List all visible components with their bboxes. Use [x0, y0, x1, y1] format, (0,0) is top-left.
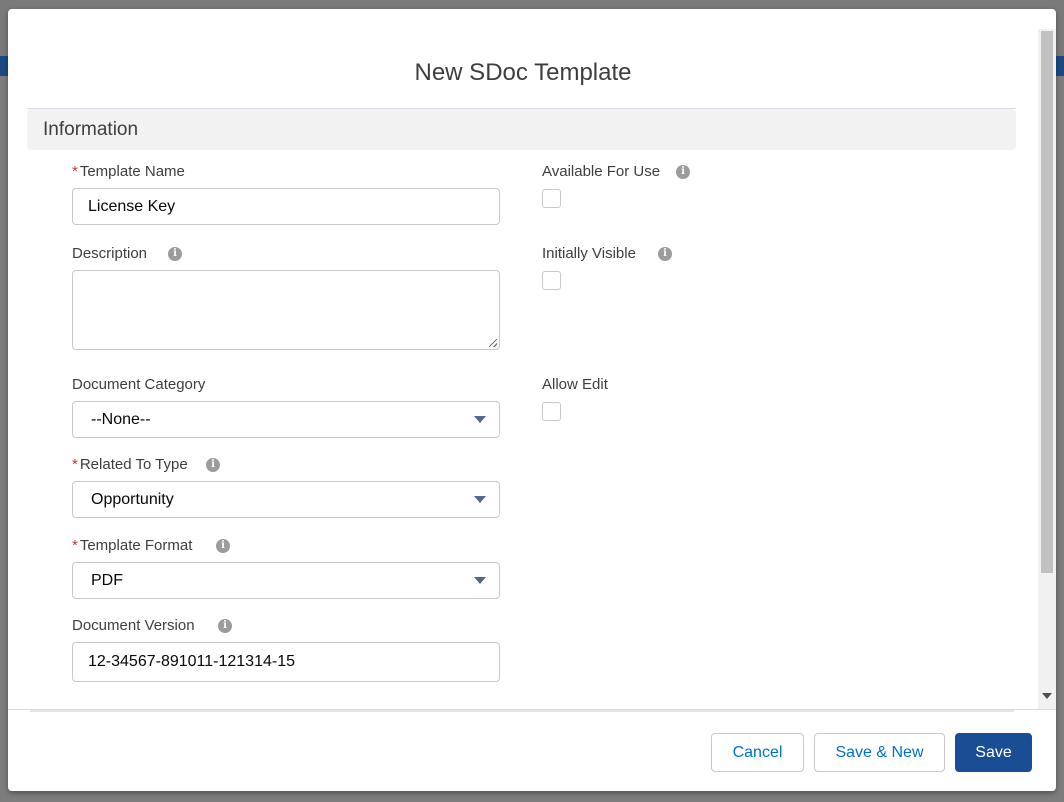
modal-body: New SDoc Template Information * Template … — [8, 9, 1038, 709]
info-icon[interactable]: i — [658, 247, 672, 261]
scroll-down-arrow-icon[interactable] — [1042, 693, 1052, 699]
template-format-label-text: Template Format — [79, 537, 193, 554]
template-name-label: * Template Name — [72, 163, 185, 180]
available-for-use-checkbox[interactable] — [542, 189, 561, 208]
allow-edit-label: Allow Edit — [542, 376, 608, 393]
description-textarea[interactable] — [72, 270, 500, 350]
template-name-label-text: Template Name — [79, 163, 185, 180]
required-marker: * — [72, 163, 78, 180]
required-marker: * — [72, 537, 78, 554]
resize-handle-icon[interactable] — [489, 339, 497, 347]
info-icon[interactable]: i — [216, 539, 230, 553]
info-icon[interactable]: i — [676, 165, 690, 179]
document-version-input[interactable]: 12-34567-891011-121314-15 — [72, 642, 500, 682]
template-format-label: * Template Format — [72, 537, 192, 554]
chevron-down-icon — [474, 496, 486, 503]
document-version-value: 12-34567-891011-121314-15 — [88, 653, 295, 670]
document-category-value: --None-- — [91, 411, 151, 428]
related-to-type-value: Opportunity — [91, 491, 174, 508]
description-label: Description — [72, 245, 148, 262]
initially-visible-checkbox[interactable] — [542, 271, 561, 290]
related-to-type-label: * Related To Type — [72, 456, 188, 473]
required-marker: * — [72, 456, 78, 473]
document-category-select[interactable]: --None-- — [72, 401, 500, 438]
section-title: Information — [43, 119, 139, 140]
related-to-type-label-text: Related To Type — [79, 456, 188, 473]
initially-visible-label: Initially Visible — [542, 245, 636, 262]
modal-footer: Cancel Save & New Save — [8, 709, 1056, 791]
related-to-type-select[interactable]: Opportunity — [72, 481, 500, 518]
chevron-down-icon — [474, 416, 486, 423]
save-and-new-button[interactable]: Save & New — [814, 733, 945, 772]
info-icon[interactable]: i — [206, 458, 220, 472]
chevron-down-icon — [474, 577, 486, 584]
allow-edit-checkbox[interactable] — [542, 402, 561, 421]
section-header-information[interactable]: Information — [27, 109, 1016, 150]
template-format-value: PDF — [91, 572, 123, 589]
new-sdoc-template-modal: New SDoc Template Information * Template … — [8, 9, 1056, 791]
modal-title: New SDoc Template — [414, 59, 632, 86]
template-format-select[interactable]: PDF — [72, 562, 500, 599]
template-name-input[interactable]: License Key — [72, 188, 500, 225]
info-icon[interactable]: i — [168, 247, 182, 261]
cancel-button[interactable]: Cancel — [711, 733, 804, 772]
available-for-use-label: Available For Use — [542, 163, 661, 180]
document-version-label: Document Version — [72, 617, 195, 634]
scrollbar-thumb[interactable] — [1041, 31, 1053, 573]
template-name-value: License Key — [88, 198, 176, 215]
info-icon[interactable]: i — [218, 619, 232, 633]
save-button[interactable]: Save — [955, 733, 1032, 772]
footer-divider — [30, 710, 1014, 712]
document-category-label: Document Category — [72, 376, 206, 393]
